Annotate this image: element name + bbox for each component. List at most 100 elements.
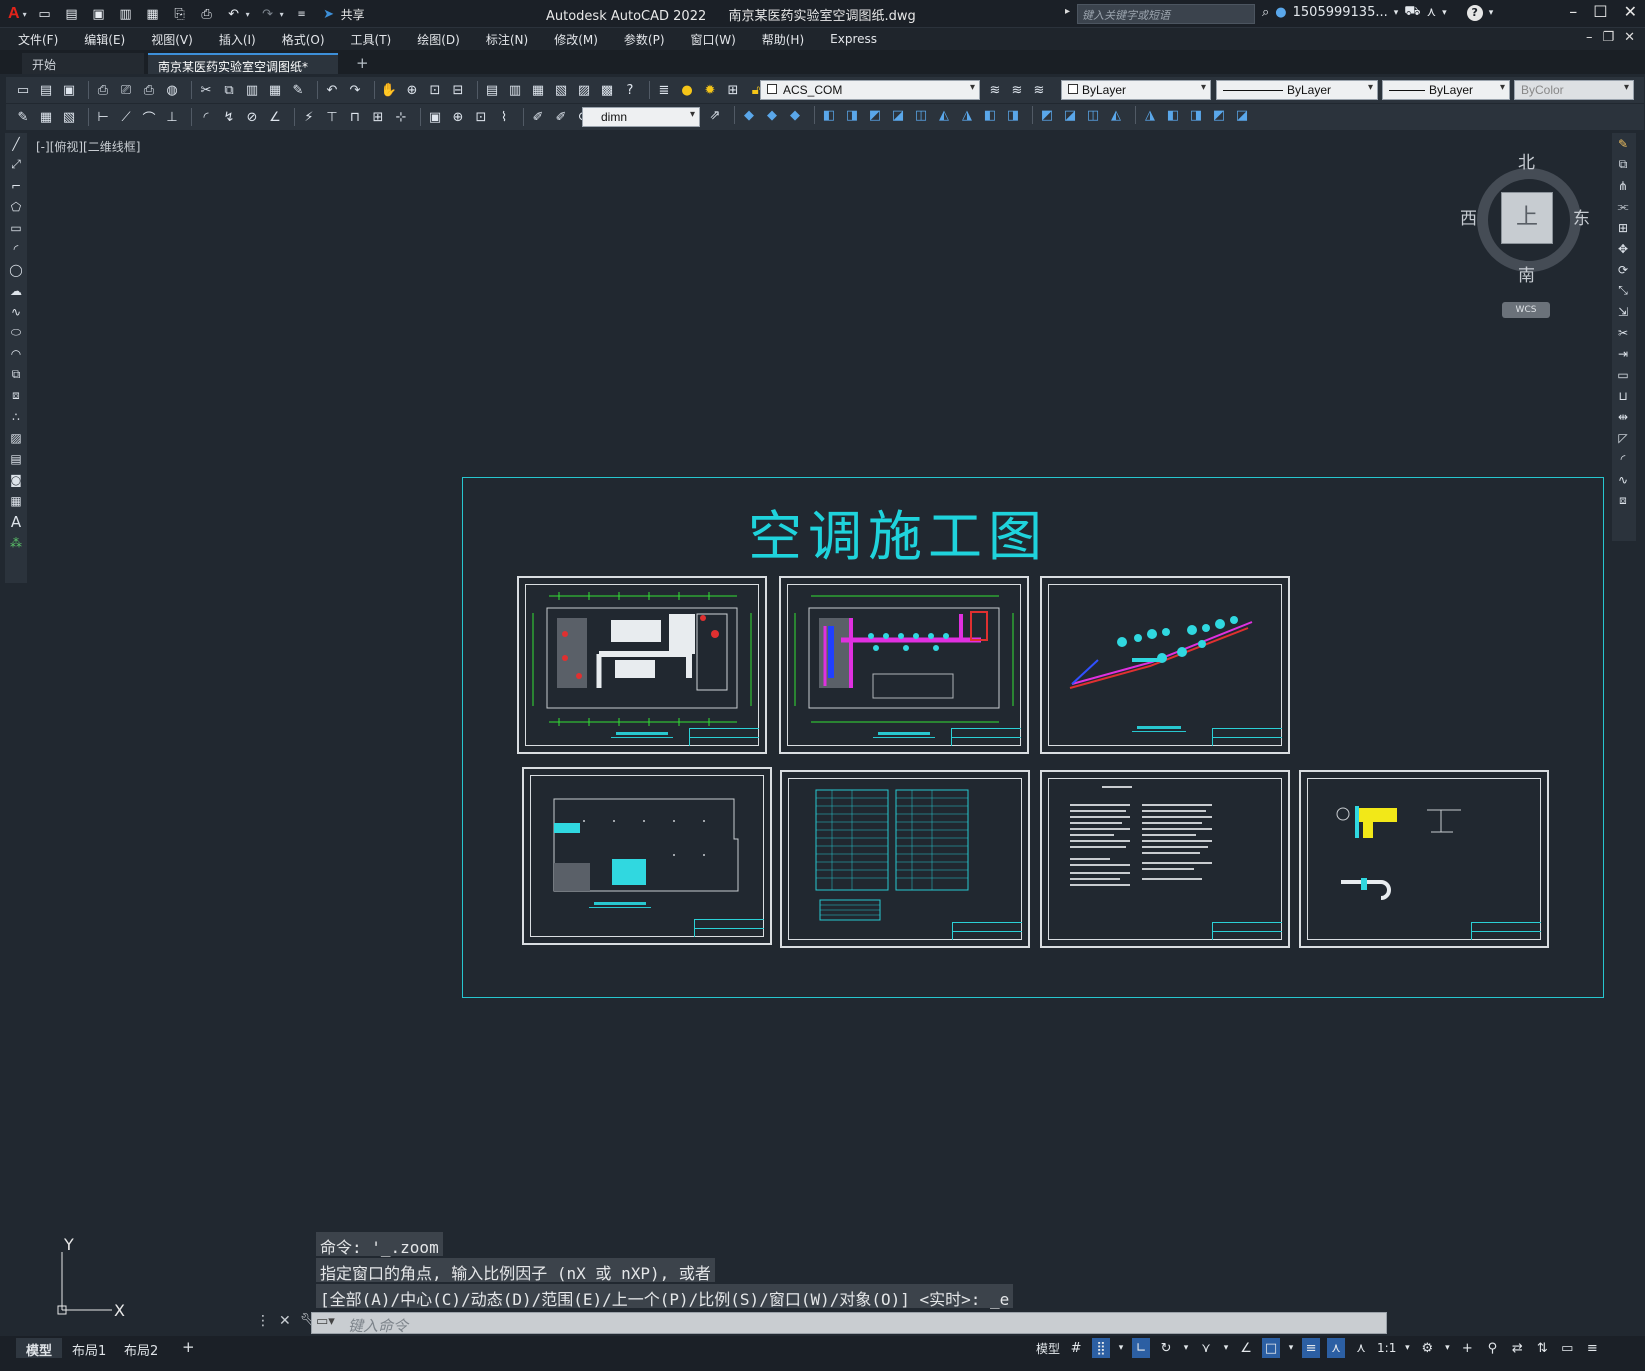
dimstyle-dropdown[interactable]: dimn ▾ — [582, 107, 700, 127]
add-layout-button[interactable]: + — [172, 1336, 205, 1356]
annotation-visibility-icon[interactable]: ⋏ — [1327, 1338, 1346, 1358]
extend-icon[interactable]: ⇥ — [1612, 343, 1634, 364]
new-file-icon[interactable]: ▭ — [36, 6, 54, 22]
compass-south[interactable]: 南 — [1518, 261, 1535, 286]
new-tab-button[interactable]: + — [346, 51, 379, 72]
dim-space-icon[interactable]: ⊞ — [369, 108, 387, 126]
units-icon[interactable]: ⚲ — [1483, 1338, 1501, 1358]
snap-icon[interactable]: ⣿ — [1092, 1338, 1111, 1358]
polar-caret-icon[interactable]: ▾ — [1182, 1338, 1190, 1358]
rotate-icon[interactable]: ⟳ — [1612, 259, 1634, 280]
viewcube-top-face[interactable]: 上 — [1501, 192, 1553, 244]
trim-icon[interactable]: ✂ — [1612, 322, 1634, 343]
menu-tools[interactable]: 工具(T) — [351, 31, 392, 48]
gradient-icon[interactable]: ▤ — [5, 448, 27, 469]
break-at-point-icon[interactable]: ▭ — [1612, 364, 1634, 385]
snap-caret-icon[interactable]: ▾ — [1117, 1338, 1125, 1358]
3d-print-icon[interactable]: ◍ — [163, 81, 181, 99]
compass-west[interactable]: 西 — [1460, 204, 1477, 229]
check-icon[interactable]: ◮ — [1141, 106, 1159, 124]
design-center-icon[interactable]: ▥ — [506, 81, 524, 99]
arc-icon[interactable]: ◜ — [5, 238, 27, 259]
paste-icon[interactable]: ▥ — [243, 81, 261, 99]
publish-icon[interactable]: ▦ — [144, 6, 162, 22]
break-icon[interactable]: ⊔ — [1612, 385, 1634, 406]
block-editor-icon[interactable]: ✎ — [289, 81, 307, 99]
workspace-caret-icon[interactable]: ▾ — [1443, 1338, 1451, 1358]
linear-dim-icon[interactable]: ⊢ — [94, 108, 112, 126]
redo-tool-icon[interactable]: ↷ — [346, 81, 364, 99]
dim-break-icon[interactable]: ⊹ — [392, 108, 410, 126]
share-button[interactable]: 共享 — [341, 6, 365, 23]
add-selected-icon[interactable]: ⁂ — [5, 532, 27, 553]
solid-union-icon[interactable]: ◆ — [740, 106, 758, 124]
otrack-icon[interactable]: ∠ — [1237, 1338, 1255, 1358]
jogged-linear-icon[interactable]: ⌇ — [495, 108, 513, 126]
search-icon[interactable]: ⌕ — [1262, 5, 1269, 20]
layer-properties-icon[interactable]: ≣ — [655, 81, 673, 99]
zoom-window-icon[interactable]: ⊡ — [426, 81, 444, 99]
customization-icon[interactable]: ≡ — [1583, 1338, 1601, 1358]
dim-override-icon[interactable]: ⇗ — [706, 106, 724, 124]
menu-format[interactable]: 格式(O) — [282, 31, 325, 48]
menu-insert[interactable]: 插入(I) — [219, 31, 256, 48]
app-menu-caret-icon[interactable]: ▾ — [23, 10, 27, 19]
lineweight-dropdown[interactable]: ByLayer ▾ — [1382, 80, 1510, 100]
tab-model[interactable]: 模型 — [16, 1338, 63, 1359]
tab-document[interactable]: 南京某医药实验室空调图纸* ✕ — [148, 53, 338, 89]
layer-dropdown[interactable]: ACS_COM ▾ — [760, 80, 980, 100]
user-name[interactable]: 1505999135... — [1293, 5, 1388, 20]
model-space-button[interactable]: 模型 — [1036, 1340, 1060, 1357]
help-tool-icon[interactable]: ? — [621, 81, 639, 99]
qnew-icon[interactable]: ▭ — [14, 81, 32, 99]
polar-icon[interactable]: ↻ — [1157, 1338, 1175, 1358]
mleader-style-icon[interactable]: ▧ — [60, 108, 78, 126]
pan-icon[interactable]: ✋ — [380, 81, 398, 99]
close-command-icon[interactable]: ✕ — [279, 1313, 291, 1329]
inspection-icon[interactable]: ⊡ — [472, 108, 490, 126]
plot-icon[interactable]: ⎙ — [198, 6, 216, 22]
rotate-faces-icon[interactable]: ◫ — [912, 106, 930, 124]
lock-ui-icon[interactable]: ⇅ — [1533, 1338, 1551, 1358]
hatch-icon[interactable]: ▨ — [5, 427, 27, 448]
taper-faces-icon[interactable]: ◭ — [935, 106, 953, 124]
layer-on-icon[interactable]: ● — [678, 81, 696, 99]
layer-viewport-icon[interactable]: ⊞ — [724, 81, 742, 99]
make-block-icon[interactable]: ⧈ — [5, 385, 27, 406]
line-icon[interactable]: ╱ — [5, 133, 27, 154]
array-icon[interactable]: ⊞ — [1612, 217, 1634, 238]
help-icon[interactable]: ? — [1466, 4, 1483, 21]
circle-icon[interactable]: ◯ — [5, 259, 27, 280]
style-icon[interactable]: ✎ — [14, 108, 32, 126]
tolerance-icon[interactable]: ▣ — [426, 108, 444, 126]
layer-state-icon[interactable]: ≋ — [1030, 81, 1048, 99]
undo-icon[interactable]: ↶ — [225, 6, 243, 22]
delete-faces-icon[interactable]: ◪ — [889, 106, 907, 124]
section-icon[interactable]: ◨ — [1187, 106, 1205, 124]
region-icon[interactable]: ◙ — [5, 469, 27, 490]
menu-draw[interactable]: 绘图(D) — [417, 31, 460, 48]
ellipse-icon[interactable]: ⬭ — [5, 322, 27, 343]
grip-handle-icon[interactable]: ⋮ — [256, 1313, 270, 1329]
doc-minimize-icon[interactable]: – — [1586, 30, 1593, 45]
quick-properties-icon[interactable]: ⇄ — [1508, 1338, 1526, 1358]
separate-icon[interactable]: ◫ — [1084, 106, 1102, 124]
zoom-previous-icon[interactable]: ⊟ — [449, 81, 467, 99]
erase-icon[interactable]: ✎ — [1612, 133, 1634, 154]
imprint-icon[interactable]: ◩ — [1038, 106, 1056, 124]
compass-north[interactable]: 北 — [1518, 148, 1535, 173]
zoom-realtime-icon[interactable]: ⊕ — [403, 81, 421, 99]
clean-screen-icon[interactable]: ▭ — [1558, 1338, 1576, 1358]
mirror-icon[interactable]: ⋔ — [1612, 175, 1634, 196]
spline-icon[interactable]: ∿ — [5, 301, 27, 322]
revision-cloud-icon[interactable]: ☁ — [5, 280, 27, 301]
arc-length-icon[interactable]: ⌒ — [140, 108, 158, 127]
table-icon[interactable]: ▦ — [5, 490, 27, 511]
radius-dim-icon[interactable]: ◜ — [197, 108, 215, 126]
angular-dim-icon[interactable]: ∠ — [266, 108, 284, 126]
insert-block-icon[interactable]: ⧉ — [5, 364, 27, 385]
join-icon[interactable]: ⇹ — [1612, 406, 1634, 427]
continue-dim-icon[interactable]: ⊓ — [346, 108, 364, 126]
dim-text-edit-icon[interactable]: ✐ — [552, 108, 570, 126]
text-icon[interactable]: A — [5, 511, 27, 532]
